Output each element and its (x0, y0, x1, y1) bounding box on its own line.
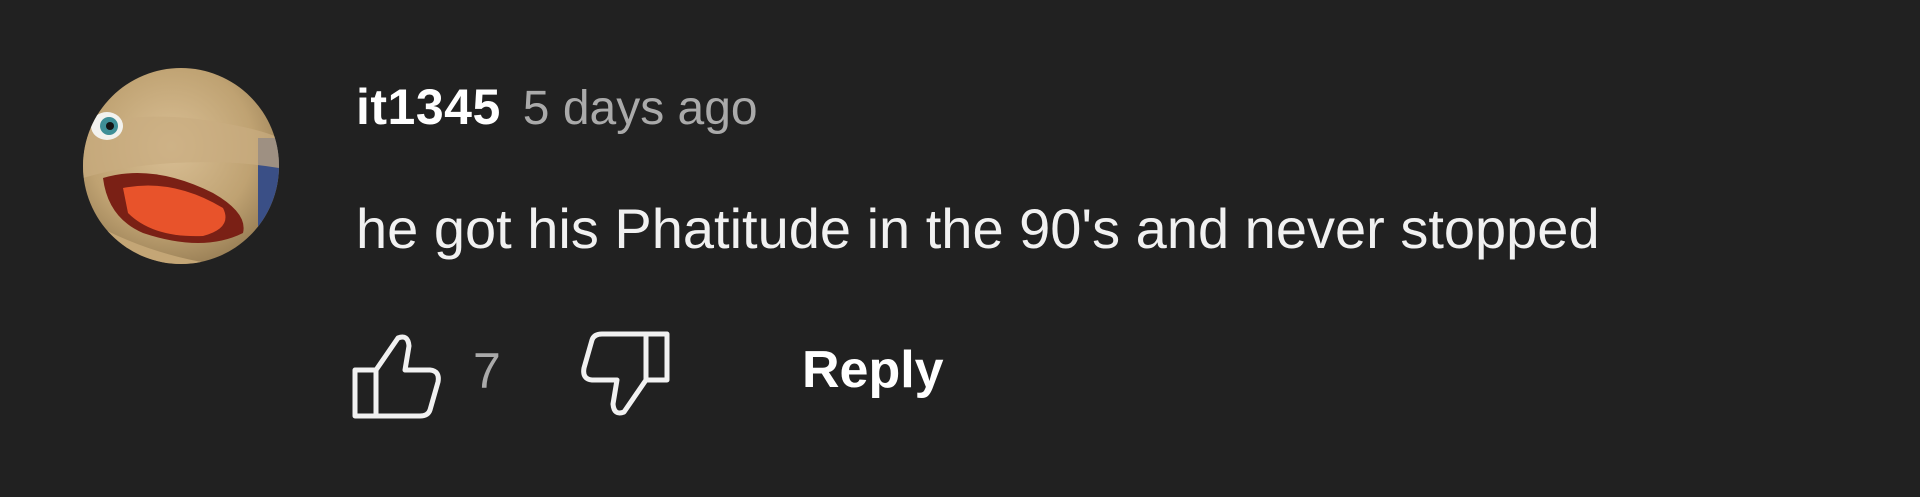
comment-text: he got his Phatitude in the 90's and nev… (356, 197, 1600, 260)
comment-thread-item: it1345 5 days ago he got his Phatitude i… (0, 0, 1920, 497)
author-name[interactable]: it1345 (356, 78, 501, 136)
like-button[interactable] (350, 330, 446, 420)
comment-timestamp[interactable]: 5 days ago (523, 81, 758, 136)
thumbs-down-icon (581, 331, 670, 416)
avatar[interactable] (83, 68, 279, 264)
reply-button[interactable]: Reply (802, 340, 944, 400)
comment-header: it1345 5 days ago (356, 78, 758, 148)
like-count: 7 (473, 343, 501, 399)
thumbs-up-icon (352, 334, 441, 419)
dislike-button[interactable] (576, 330, 672, 420)
avatar-image (83, 68, 279, 264)
